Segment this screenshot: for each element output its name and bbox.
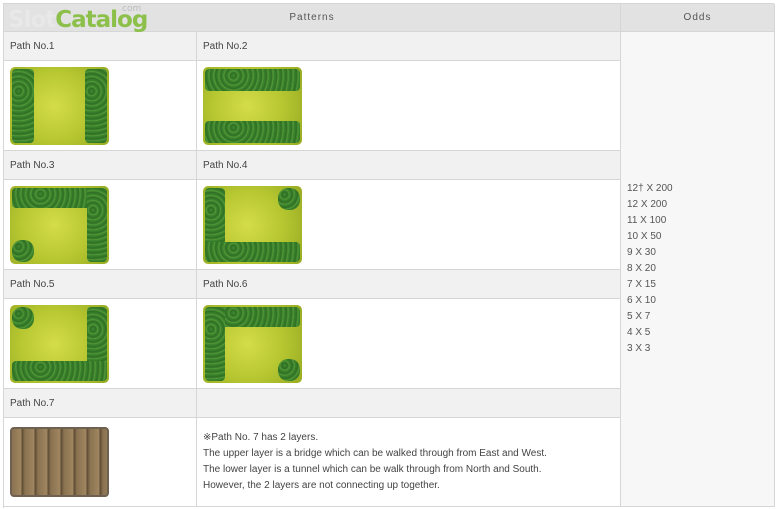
odds-item: 4 X 5 bbox=[627, 327, 651, 338]
bridge-tile bbox=[10, 427, 109, 497]
odds-header-label: Odds bbox=[683, 12, 712, 23]
path-5-tile bbox=[10, 304, 109, 383]
path-3-label: Path No.3 bbox=[4, 151, 197, 180]
odds-item: 6 X 10 bbox=[627, 295, 656, 306]
odds-item: 11 X 100 bbox=[627, 215, 667, 226]
path-5-cell bbox=[4, 299, 197, 389]
path-3-cell bbox=[4, 180, 197, 270]
path-2-tile bbox=[203, 66, 302, 145]
path-4-cell bbox=[197, 180, 621, 270]
path-5-label: Path No.5 bbox=[4, 270, 197, 299]
logo-suffix: com bbox=[122, 4, 142, 14]
note-line-4: However, the 2 layers are not connecting… bbox=[203, 480, 440, 491]
path-1-cell bbox=[4, 61, 197, 151]
path-2-cell bbox=[197, 61, 621, 151]
path-7-note: ※Path No. 7 has 2 layers. The upper laye… bbox=[197, 418, 621, 507]
logo-text-1: Slot bbox=[8, 7, 56, 33]
note-line-2: The upper layer is a bridge which can be… bbox=[203, 448, 547, 459]
path-7-label: Path No.7 bbox=[4, 389, 197, 418]
odds-item: 8 X 20 bbox=[627, 263, 656, 274]
path-4-label: Path No.4 bbox=[197, 151, 621, 180]
path-7-label-empty bbox=[197, 389, 621, 418]
odds-item: 3 X 3 bbox=[627, 343, 651, 354]
path-1-tile bbox=[10, 66, 109, 145]
odds-item: 5 X 7 bbox=[627, 311, 651, 322]
note-line-3: The lower layer is a tunnel which can be… bbox=[203, 464, 542, 475]
path-3-tile bbox=[10, 185, 109, 264]
odds-item: 9 X 30 bbox=[627, 247, 656, 258]
path-7-cell bbox=[4, 418, 197, 507]
note-line-1: ※Path No. 7 has 2 layers. bbox=[203, 432, 319, 443]
path-2-label: Path No.2 bbox=[197, 32, 621, 61]
odds-item: 7 X 15 bbox=[627, 279, 656, 290]
odds-item: 12 X 200 bbox=[627, 199, 668, 210]
odds-item: 12† X 200 bbox=[627, 183, 673, 194]
odds-list: 12† X 200 12 X 200 11 X 100 10 X 50 9 X … bbox=[621, 32, 775, 507]
odds-header: Odds bbox=[621, 4, 775, 32]
patterns-table: Patterns Odds Path No.1 Path No.2 Path N… bbox=[3, 3, 775, 508]
slotcatalog-logo: SlotCatalog com bbox=[8, 4, 148, 33]
path-1-label: Path No.1 bbox=[4, 32, 197, 61]
path-6-label: Path No.6 bbox=[197, 270, 621, 299]
path-6-cell bbox=[197, 299, 621, 389]
path-4-tile bbox=[203, 185, 302, 264]
patterns-header-label: Patterns bbox=[289, 12, 335, 23]
path-6-tile bbox=[203, 304, 302, 383]
odds-item: 10 X 50 bbox=[627, 231, 662, 242]
